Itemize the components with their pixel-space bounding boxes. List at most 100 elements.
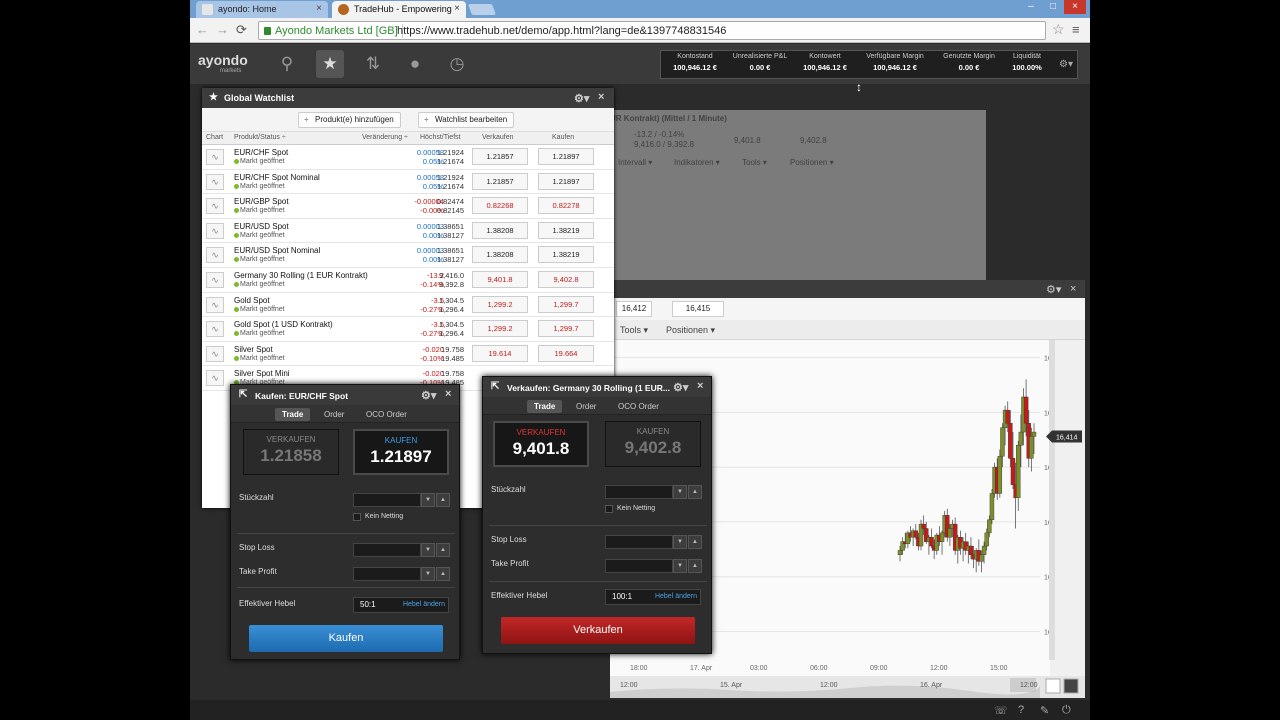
table-row[interactable]: ∿ Gold Spot (1 USD Kontrakt) Markt geöffne… [202,317,614,342]
buy-price-button[interactable]: KAUFEN 9,402.8 [605,421,701,467]
buy-price-button[interactable]: 1.21897 [538,148,594,165]
ticket-close-icon[interactable]: × [697,380,703,392]
table-row[interactable]: ∿ EUR/CHF Spot Markt geöffnet 0.00058 0.05% 1… [202,145,614,170]
stop-loss-up-icon[interactable]: ▲ [688,535,702,549]
take-profit-down-icon[interactable]: ▼ [673,559,687,573]
address-bar[interactable]: Ayondo Markets Ltd [GB] https://www.trad… [258,21,1046,40]
certificate-badge[interactable]: Ayondo Markets Ltd [GB] [261,24,403,38]
watchlist-close-icon[interactable]: × [598,91,604,103]
maximize-button[interactable]: □ [1042,0,1064,14]
browser-tab-tradehub[interactable]: TradeHub - Empowering × [332,1,466,18]
buy-price-button[interactable]: 1.38219 [538,221,594,239]
stop-loss-down-icon[interactable]: ▼ [673,535,687,549]
buy-price-button[interactable]: 1.21897 [538,172,594,190]
chart-navigator[interactable]: 12:0015. Apr12:0016. Apr12:0017. Apr12:0… [610,676,1085,698]
qty-input[interactable] [605,485,673,499]
qty-input[interactable] [353,493,421,507]
table-row[interactable]: ∿ EUR/USD Spot Nominal Markt geöffnet 0.000… [202,243,614,268]
forward-icon[interactable]: → [216,22,229,37]
take-profit-up-icon[interactable]: ▲ [688,559,702,573]
stop-loss-input[interactable] [353,543,421,557]
url-text[interactable]: https://www.tradehub.net/demo/app.html?l… [397,24,726,38]
popout-icon[interactable]: ⇱ [239,389,247,400]
take-profit-down-icon[interactable]: ▼ [421,567,435,581]
chart-icon[interactable]: ∿ [206,321,224,338]
qty-down-icon[interactable]: ▼ [421,493,435,507]
change-leverage-link[interactable]: Hebel ändern [403,601,445,608]
chart-icon[interactable]: ∿ [206,272,224,288]
buy-price-button[interactable]: 1,299.7 [538,295,594,313]
lightbulb-icon[interactable]: ● [402,54,428,74]
take-profit-input[interactable] [353,567,421,581]
watchlist-gear-icon[interactable]: ⚙▾ [574,92,589,105]
buy-button[interactable]: Kaufen [249,625,443,652]
add-product-button[interactable]: Produkt(e) hinzufügen [298,112,401,128]
take-profit-input[interactable] [605,559,673,573]
netting-checkbox[interactable] [605,505,613,513]
chart-icon[interactable]: ∿ [206,222,224,239]
bookmark-star-icon[interactable]: ☆ [1052,21,1065,38]
table-row[interactable]: ∿ Silver Spot Markt geöffnet -0.020 -0.10% 19… [202,342,614,367]
stop-loss-down-icon[interactable]: ▼ [421,543,435,557]
chart-icon[interactable]: ∿ [206,198,224,215]
sell-price-button[interactable]: 1.21857 [472,172,528,190]
sell-price-button[interactable]: 19.614 [472,344,528,362]
tab-oco-order[interactable]: OCO Order [611,400,666,413]
reload-icon[interactable]: ⟳ [236,22,247,38]
chart-icon[interactable]: ∿ [206,247,224,264]
sell-price-button[interactable]: 0.82268 [472,197,528,215]
change-leverage-link[interactable]: Hebel ändern [655,593,697,600]
take-profit-up-icon[interactable]: ▲ [436,567,450,581]
sell-price-button[interactable]: 1,299.2 [472,295,528,313]
col-product[interactable]: Produkt/Status ÷ [234,134,286,141]
table-row[interactable]: ∿ EUR/CHF Spot Nominal Markt geöffnet 0.000… [202,170,614,195]
stats-gear-icon[interactable]: ⚙▾ [1059,59,1073,70]
chart-icon[interactable]: ∿ [206,296,224,313]
buy-price-button[interactable]: 1.38219 [538,246,594,264]
ticket-gear-icon[interactable]: ⚙▾ [673,381,688,394]
sell-price-button[interactable]: 9,401.8 [472,271,528,288]
buy-price-button[interactable]: 0.82278 [538,197,594,215]
buy-price-button[interactable]: KAUFEN 1.21897 [353,429,449,475]
close-window-button[interactable]: × [1064,0,1086,14]
qty-up-icon[interactable]: ▲ [688,485,702,499]
help-icon[interactable]: ? [1018,704,1024,716]
search-icon[interactable]: ⚲ [274,54,300,74]
chart-menu-tools[interactable]: Tools ▾ [620,325,648,336]
chart-buy-price[interactable]: 16,415 [672,301,724,317]
table-row[interactable]: ∿ EUR/USD Spot Markt geöffnet 0.00003 0.00% 1… [202,219,614,244]
browser-tab-ayondo-home[interactable]: ayondo: Home × [196,1,328,18]
chart-icon[interactable]: ∿ [206,173,224,190]
back-icon[interactable]: ← [196,22,209,37]
phone-icon[interactable]: ☏ [994,704,1008,717]
ticket-close-icon[interactable]: × [445,388,451,400]
browser-menu-icon[interactable]: ≡ [1072,22,1080,37]
buy-price-button[interactable]: 9,402.8 [538,271,594,288]
tab-order[interactable]: Order [569,400,603,413]
table-row[interactable]: ∿ Gold Spot Markt geöffnet -3.5 -0.27% 1,304.… [202,293,614,318]
sell-price-button[interactable]: VERKAUFEN 9,401.8 [493,421,589,467]
minimize-button[interactable]: – [1020,0,1042,14]
tab-close-icon[interactable]: × [316,3,322,14]
netting-checkbox[interactable] [353,513,361,521]
sell-price-button[interactable]: 1.38208 [472,221,528,239]
watchlist-star-icon[interactable]: ★ [316,50,344,78]
popout-icon[interactable]: ⇱ [491,381,499,392]
settings-wrench-icon[interactable]: ✎ [1040,704,1049,717]
buy-price-button[interactable]: 1,299.7 [538,320,594,338]
power-icon[interactable]: ⏻ [1062,704,1071,717]
table-row[interactable]: ∿ EUR/GBP Spot Markt geöffnet -0.00004 -0.00… [202,194,614,219]
buy-price-button[interactable]: 19.664 [538,344,594,362]
chart-close-icon[interactable]: × [1070,283,1076,295]
qty-up-icon[interactable]: ▲ [436,493,450,507]
ticket-gear-icon[interactable]: ⚙▾ [421,389,436,402]
chart-icon[interactable]: ∿ [206,370,224,387]
tab-close-icon[interactable]: × [454,3,460,14]
trade-arrows-icon[interactable]: ⇅ [360,54,386,74]
sell-button[interactable]: Verkaufen [501,617,695,644]
chart-icon[interactable]: ∿ [206,149,224,165]
qty-down-icon[interactable]: ▼ [673,485,687,499]
chart-menu-positions[interactable]: Positionen ▾ [666,325,715,336]
clock-icon[interactable]: ◷ [444,54,470,74]
sell-price-button[interactable]: 1.38208 [472,246,528,264]
